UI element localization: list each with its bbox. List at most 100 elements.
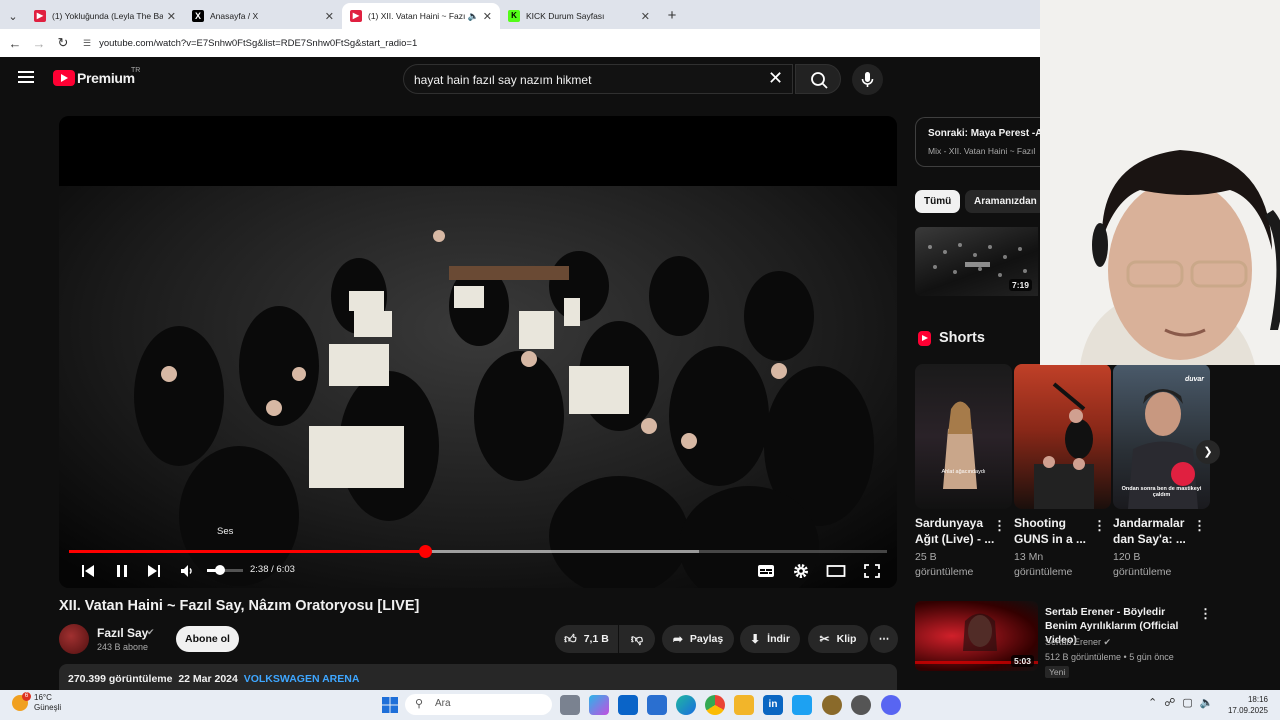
previous-button[interactable] xyxy=(79,560,97,582)
fullscreen-button[interactable] xyxy=(862,560,882,582)
verified-icon: ✔ xyxy=(1103,637,1112,647)
shorts-heading: Shorts xyxy=(918,330,985,346)
short-card[interactable] xyxy=(1014,364,1111,509)
clip-button[interactable]: ✂ Klip xyxy=(808,625,868,653)
volume-handle[interactable] xyxy=(214,565,225,575)
site-info-icon[interactable]: ☰ xyxy=(83,38,91,49)
mute-button[interactable] xyxy=(178,560,196,582)
youtube-favicon-icon: ▶ xyxy=(34,10,46,22)
channel-name[interactable]: Fazıl Say xyxy=(97,626,148,640)
voice-search-button[interactable] xyxy=(852,64,883,95)
app-icon[interactable] xyxy=(822,695,842,715)
view-count: 270.399 görüntüleme xyxy=(68,673,173,685)
scissors-icon: ✂ xyxy=(819,632,830,646)
progress-bar[interactable] xyxy=(69,545,887,558)
youtube-premium-logo[interactable]: Premium TR xyxy=(53,67,140,86)
outlook-icon[interactable] xyxy=(618,695,638,715)
task-view-icon[interactable] xyxy=(560,695,580,715)
short-title[interactable]: Sardunyaya Ağıt (Live) - ... xyxy=(915,515,995,547)
clear-search-icon[interactable]: ✕ xyxy=(768,68,783,88)
location-link[interactable]: VOLKSWAGEN ARENA xyxy=(244,673,360,685)
windows-start-icon[interactable] xyxy=(380,695,400,715)
discord-icon[interactable] xyxy=(881,695,901,715)
like-button[interactable]: 👍︎ 7,1 B xyxy=(555,625,618,653)
playlist-next-panel[interactable]: Sonraki: Maya Perest -Ay Mix - XII. Vata… xyxy=(915,117,1040,167)
more-vertical-icon[interactable]: ⋮ xyxy=(1199,606,1212,622)
subtitles-button[interactable] xyxy=(756,560,776,582)
skip-previous-icon xyxy=(82,565,94,577)
chip-all[interactable]: Tümü xyxy=(915,190,961,213)
url-text: youtube.com/watch?v=E7Snhw0FtSg&list=RDE… xyxy=(99,37,418,49)
channel-avatar[interactable] xyxy=(59,624,89,654)
video-player[interactable]: Ses 2:38 / 6:03 xyxy=(59,116,897,588)
theater-mode-button[interactable] xyxy=(826,560,846,582)
webcam-overlay xyxy=(1040,0,1280,365)
copilot-icon[interactable] xyxy=(589,695,609,715)
twitter-icon[interactable] xyxy=(792,695,812,715)
search-button[interactable] xyxy=(795,64,841,94)
shorts-next-arrow-icon[interactable]: ❯ xyxy=(1196,440,1220,464)
recommended-thumbnail[interactable]: 7:19 xyxy=(915,227,1038,296)
recommended-thumbnail[interactable]: 5:03 xyxy=(915,601,1038,671)
back-arrow-icon[interactable]: ← xyxy=(3,36,27,51)
search-icon: ⚲ xyxy=(415,698,424,710)
store-icon[interactable] xyxy=(647,695,667,715)
clock[interactable]: 18:16 17.09.2025 xyxy=(1228,694,1268,716)
share-button[interactable]: ➦ Paylaş xyxy=(662,625,734,653)
close-icon[interactable]: ✕ xyxy=(325,10,334,23)
subscribe-button[interactable]: Abone ol xyxy=(176,626,239,652)
video-frame-orchestra xyxy=(59,116,897,588)
more-vertical-icon[interactable]: ⋮ xyxy=(1093,518,1106,534)
menu-icon[interactable] xyxy=(18,71,34,83)
like-count: 7,1 B xyxy=(583,633,609,645)
weather-widget[interactable]: 6 16°C Güneşli xyxy=(12,692,61,713)
clock-date: 17.09.2025 xyxy=(1227,706,1268,715)
browser-tab-active[interactable]: ▶ (1) XII. Vatan Haini ~ Fazıl S 🔈 ✕ xyxy=(342,3,500,29)
recommended-channel[interactable]: Sertab Erener ✔ xyxy=(1045,637,1111,648)
chip-from-search[interactable]: Aramanızdan xyxy=(965,190,1046,213)
close-icon[interactable]: ✕ xyxy=(167,10,176,23)
settings-button[interactable] xyxy=(791,560,811,582)
pause-button[interactable] xyxy=(113,560,131,582)
short-views: 25 B görüntüleme xyxy=(915,551,974,578)
system-tray-icons[interactable]: ⌃☍▢🔈 xyxy=(1148,696,1220,709)
fullscreen-icon xyxy=(864,564,880,578)
volume-slider[interactable] xyxy=(207,565,243,575)
microphone-icon xyxy=(861,72,874,87)
browser-tab[interactable]: K KICK Durum Sayfası ✕ xyxy=(500,3,658,29)
subscriber-count: 243 B abone xyxy=(97,642,149,652)
download-button[interactable]: ⬇ İndir xyxy=(740,625,800,653)
settings-app-icon[interactable] xyxy=(851,695,871,715)
more-actions-button[interactable]: ⋯ xyxy=(870,625,898,653)
windows-taskbar: 6 16°C Güneşli ⚲ Ara in ⌃☍▢🔈 18:16 17.09… xyxy=(0,690,1280,720)
more-vertical-icon[interactable]: ⋮ xyxy=(1193,518,1206,534)
more-vertical-icon[interactable]: ⋮ xyxy=(993,518,1006,534)
taskbar-search-placeholder: Ara xyxy=(435,698,451,709)
browser-tab[interactable]: X Anasayfa / X ✕ xyxy=(184,3,342,29)
kick-favicon-icon: K xyxy=(508,10,520,22)
short-title[interactable]: Shooting GUNS in a ... xyxy=(1014,515,1094,547)
new-badge: Yeni xyxy=(1045,666,1070,678)
tab-search-chevron-icon[interactable]: ⌄ xyxy=(0,3,26,29)
short-card[interactable]: Ahlat ağacındaydı xyxy=(915,364,1012,509)
forward-arrow-icon[interactable]: → xyxy=(27,36,51,51)
edge-icon[interactable] xyxy=(676,695,696,715)
taskbar-search[interactable]: ⚲ Ara xyxy=(405,694,552,715)
skip-next-icon xyxy=(148,565,160,577)
close-icon[interactable]: ✕ xyxy=(641,10,650,23)
browser-tab[interactable]: ▶ (1) Yokluğunda (Leyla The Band ✕ xyxy=(26,3,184,29)
next-button[interactable] xyxy=(145,560,163,582)
search-input[interactable]: hayat hain fazıl say nazım hikmet xyxy=(403,64,793,94)
reload-icon[interactable]: ↻ xyxy=(51,35,75,51)
chrome-icon[interactable] xyxy=(705,695,725,715)
url-field[interactable]: ☰ youtube.com/watch?v=E7Snhw0FtSg&list=R… xyxy=(83,32,1032,54)
speaker-icon[interactable]: 🔈 xyxy=(468,11,479,22)
file-explorer-icon[interactable] xyxy=(734,695,754,715)
short-card[interactable]: duvar Ondan sonra ben de mastikeyi çaldı… xyxy=(1113,364,1210,509)
scrubber-handle[interactable] xyxy=(418,545,432,558)
short-title[interactable]: Jandarmalar dan Say'a: ... xyxy=(1113,515,1193,547)
new-tab-plus-icon[interactable]: + xyxy=(658,3,686,29)
dislike-button[interactable]: 👎︎ xyxy=(619,625,655,653)
linkedin-icon[interactable]: in xyxy=(763,695,783,715)
close-icon[interactable]: ✕ xyxy=(483,10,492,23)
